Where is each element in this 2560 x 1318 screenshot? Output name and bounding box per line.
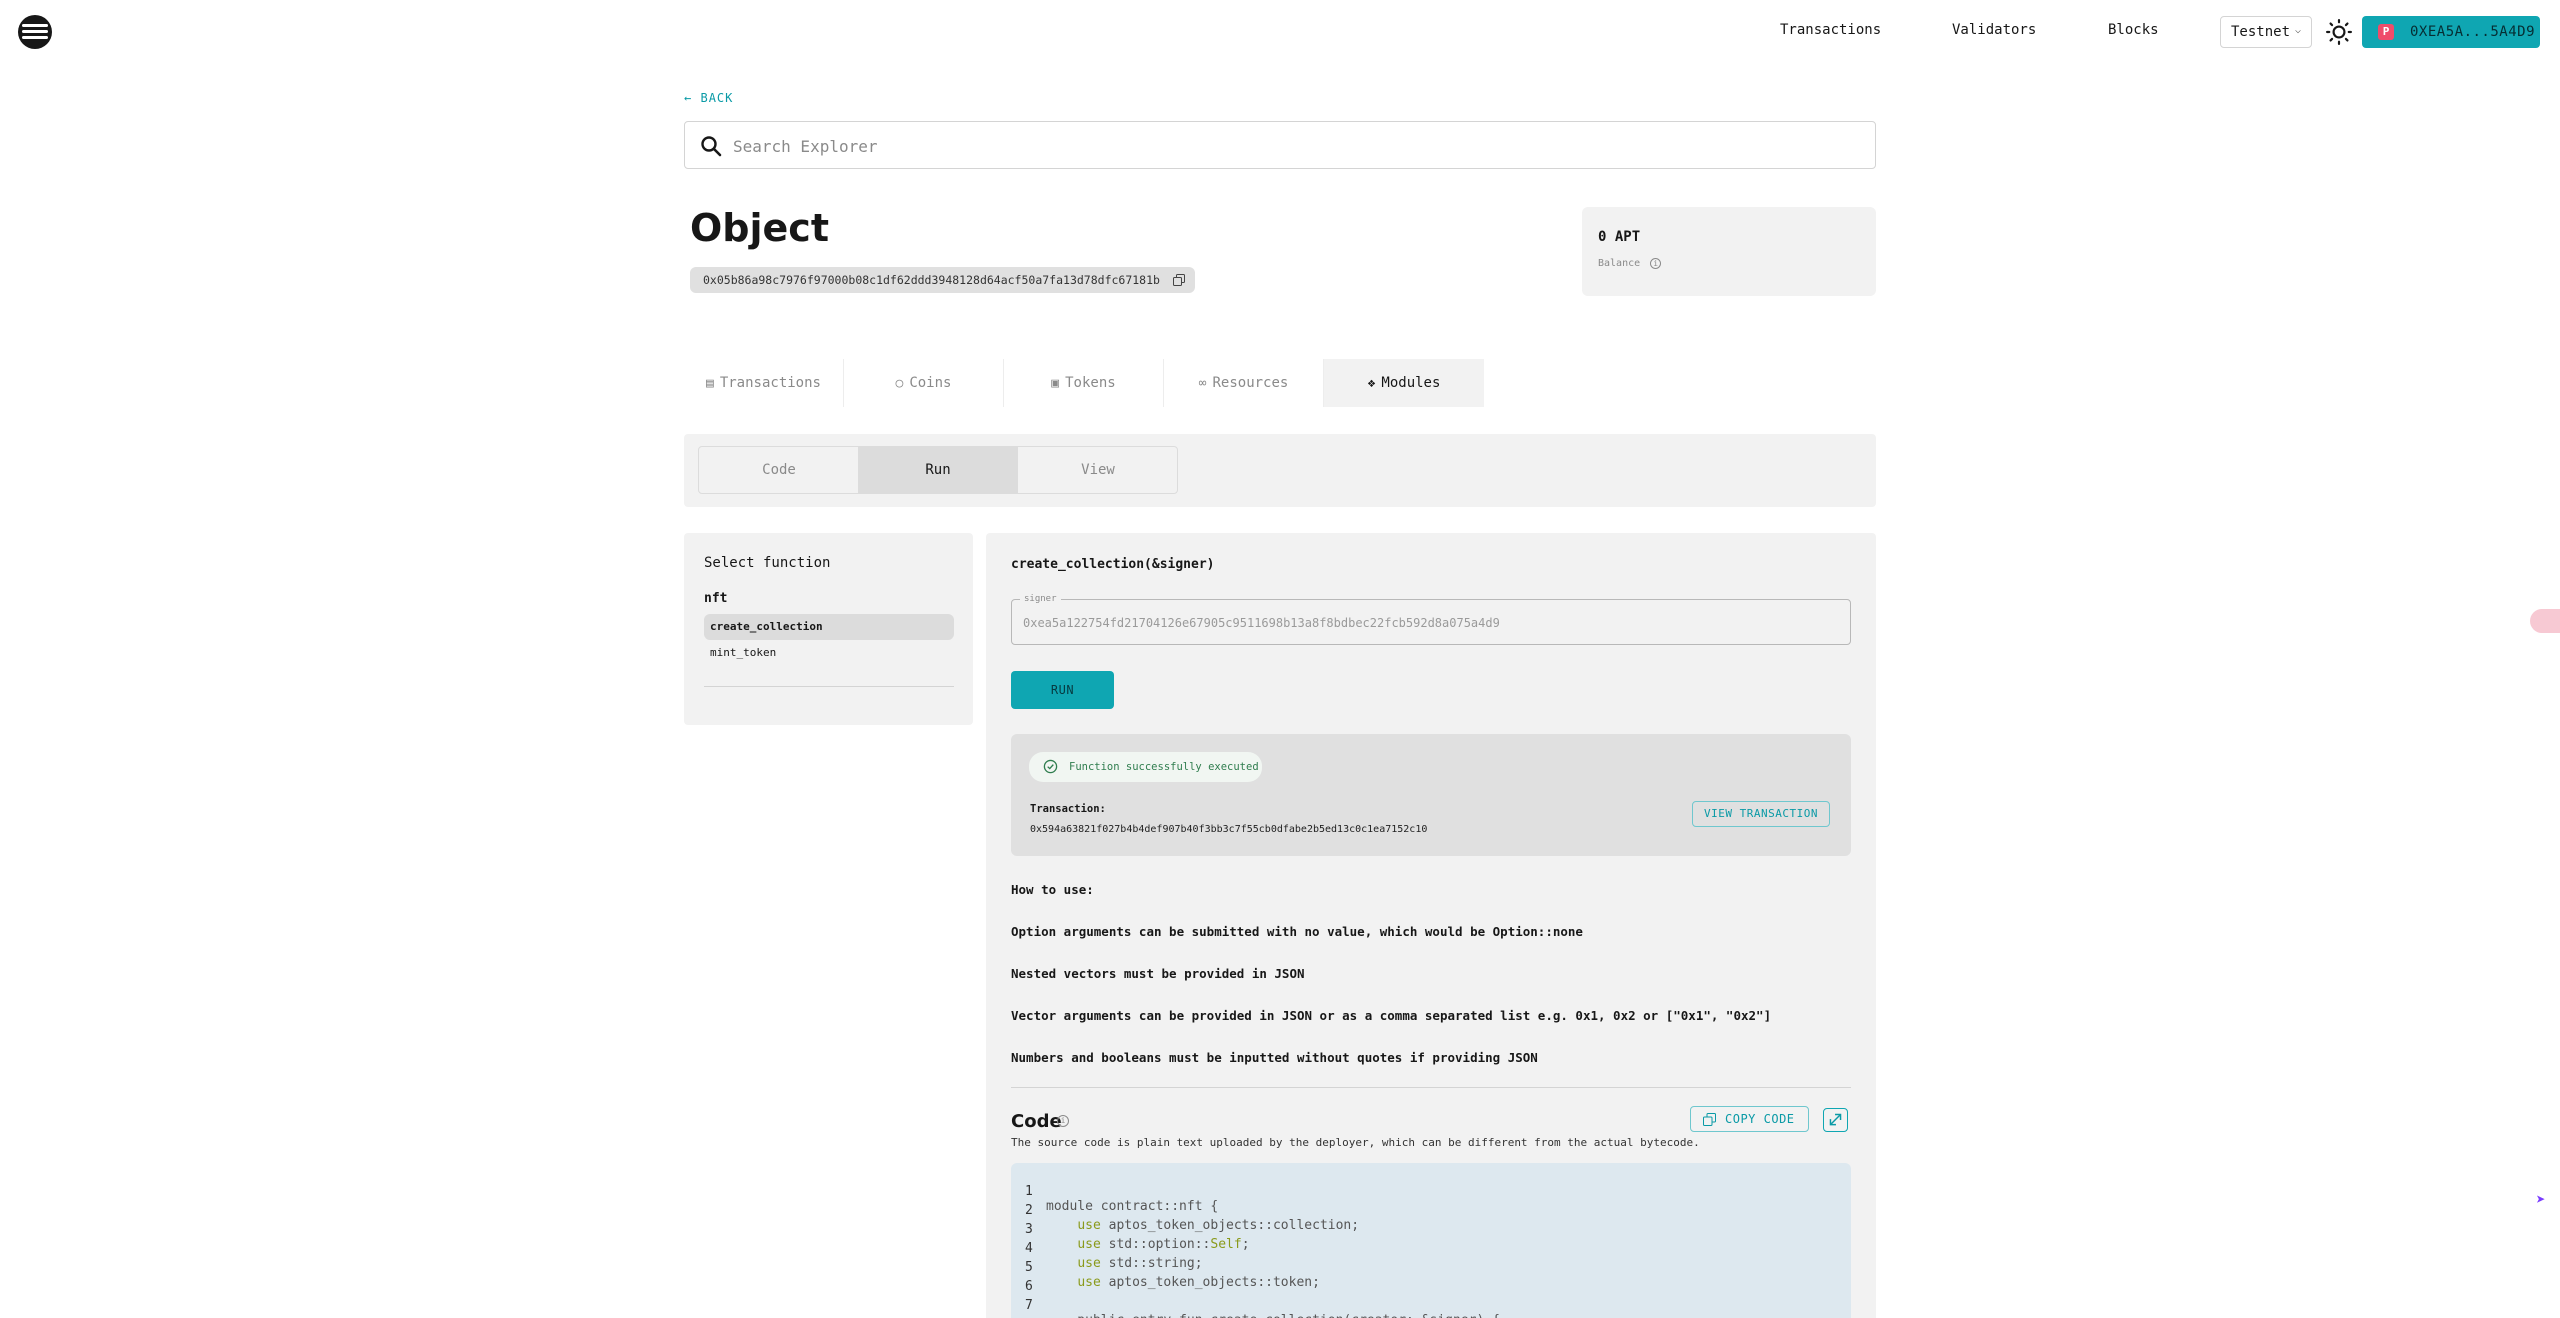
network-select-value: Testnet (2231, 24, 2291, 40)
select-function-heading: Select function (704, 555, 831, 571)
how-to-line: Option arguments can be submitted with n… (1011, 924, 1583, 939)
copy-code-button[interactable]: COPY CODE (1690, 1106, 1809, 1132)
wallet-address: 0XEA5A...5A4D9 (2410, 24, 2536, 40)
tab-label: Resources (1212, 375, 1289, 391)
copy-code-label: COPY CODE (1725, 1112, 1795, 1126)
how-to-line: Nested vectors must be provided in JSON (1011, 966, 1305, 981)
transaction-label: Transaction: (1030, 803, 1106, 815)
balance-card: 0 APT Balance i (1582, 207, 1876, 296)
function-item-mint-token[interactable]: mint_token (704, 640, 954, 666)
code-line: 8 let max_supply = 1000; (1011, 1302, 1058, 1318)
source-code-block: 1 module contract::nft { 2 use aptos_tok… (1011, 1163, 1851, 1318)
tab-label: Modules (1381, 375, 1441, 391)
how-to-line: Numbers and booleans must be inputted wi… (1011, 1050, 1538, 1065)
tab-coins[interactable]: ○ Coins (844, 359, 1004, 407)
code-text: module contract::nft { (1046, 1199, 1219, 1214)
code-line: 1 module contract::nft { (1011, 1169, 1218, 1214)
sidebar-divider (704, 686, 954, 687)
tab-label: Transactions (719, 375, 821, 391)
balance-label-row: Balance i (1598, 258, 1662, 269)
transaction-hash: 0x594a63821f027b4b4def907b40f3bb3c7f55cb… (1030, 824, 1428, 835)
nav-transactions-link[interactable]: Transactions (1780, 22, 1881, 38)
subtab-view[interactable]: View (1018, 447, 1178, 493)
nav-blocks-link[interactable]: Blocks (2108, 22, 2159, 38)
network-select[interactable]: Testnet ⌵ (2220, 16, 2312, 48)
module-subtabs: Code Run View (698, 446, 1178, 494)
search-bar (684, 121, 1876, 169)
info-icon[interactable]: i (1057, 1115, 1069, 1127)
function-signature: create_collection(&signer) (1011, 557, 1215, 572)
code-line: 5 use aptos_token_objects::token; (1011, 1245, 1320, 1290)
info-icon[interactable]: i (1650, 258, 1662, 269)
function-sidebar: Select function nft create_collection mi… (684, 533, 973, 725)
code-line: 3 use std::option::Self; (1011, 1207, 1250, 1252)
nav-validators-link[interactable]: Validators (1952, 22, 2036, 38)
run-button[interactable]: RUN (1011, 671, 1114, 709)
coin-icon: ○ (895, 376, 904, 391)
arrow-left-icon: ← (684, 91, 693, 105)
module-subtabs-panel: Code Run View (684, 434, 1876, 507)
signer-field-label: signer (1020, 594, 1061, 604)
tab-transactions[interactable]: ▤ Transactions (684, 359, 844, 407)
code-line: 6 (1011, 1264, 1058, 1294)
check-circle-icon (1043, 759, 1058, 774)
code-text: use aptos_token_objects::collection; (1077, 1218, 1360, 1233)
code-line: 4 use std::string; (1011, 1226, 1203, 1271)
subtab-code[interactable]: Code (699, 447, 859, 493)
puzzle-icon: ❖ (1367, 376, 1376, 391)
success-badge: Function successfully executed (1029, 752, 1262, 782)
back-link[interactable]: ← BACK (684, 91, 733, 105)
module-name: nft (704, 591, 728, 606)
signer-field-value: 0xea5a122754fd21704126e67905c9511698b13a… (1023, 616, 1500, 630)
tab-label: Tokens (1065, 375, 1116, 391)
link-icon: ∞ (1198, 376, 1207, 391)
copy-icon (1703, 1113, 1716, 1126)
back-label: BACK (700, 91, 734, 105)
expand-icon[interactable] (1823, 1108, 1848, 1132)
image-icon: ▣ (1051, 376, 1060, 391)
search-icon (701, 136, 722, 157)
tab-modules[interactable]: ❖ Modules (1324, 359, 1484, 407)
send-arrow-icon[interactable]: ➤ (2536, 1190, 2554, 1209)
success-message: Function successfully executed (1069, 761, 1259, 773)
balance-amount: 0 APT (1598, 229, 1641, 245)
code-line: 7 public entry fun create_collection(cre… (1011, 1283, 1500, 1318)
subtab-run[interactable]: Run (858, 447, 1018, 493)
chevron-down-icon: ⌵ (2294, 25, 2301, 36)
run-function-panel: create_collection(&signer) signer 0xea5a… (986, 533, 1876, 1318)
code-text: use std::string; (1077, 1256, 1203, 1271)
wallet-button[interactable]: P 0XEA5A...5A4D9 (2362, 16, 2540, 48)
code-text: use aptos_token_objects::token; (1077, 1275, 1320, 1290)
translate-widget-icon[interactable] (2530, 609, 2560, 633)
copy-icon[interactable] (1173, 274, 1185, 286)
object-address-chip[interactable]: 0x05b86a98c7976f97000b08c1df62ddd3948128… (690, 267, 1195, 293)
tab-tokens[interactable]: ▣ Tokens (1004, 359, 1164, 407)
signer-field[interactable]: signer 0xea5a122754fd21704126e67905c9511… (1011, 594, 1851, 645)
code-text: public entry fun create_collection(creat… (1046, 1313, 1500, 1318)
top-nav-bar: Transactions Validators Blocks Testnet ⌵… (0, 0, 2560, 64)
page-title: Object (690, 206, 829, 250)
code-text: use std::option::Self; (1077, 1237, 1250, 1252)
function-item-create-collection[interactable]: create_collection (704, 614, 954, 640)
petra-wallet-icon: P (2378, 24, 2394, 40)
code-line: 2 use aptos_token_objects::collection; (1011, 1188, 1359, 1233)
view-transaction-button[interactable]: VIEW TRANSACTION (1692, 801, 1830, 827)
code-section-title: Code (1011, 1111, 1062, 1132)
section-divider (1011, 1087, 1851, 1088)
sun-icon[interactable] (2326, 19, 2352, 45)
list-icon: ▤ (706, 376, 714, 391)
search-input[interactable] (733, 134, 1833, 158)
tab-resources[interactable]: ∞ Resources (1164, 359, 1324, 407)
balance-label: Balance (1598, 258, 1641, 269)
code-description: The source code is plain text uploaded b… (1011, 1136, 1700, 1149)
how-to-title: How to use: (1011, 882, 1094, 897)
how-to-line: Vector arguments can be provided in JSON… (1011, 1008, 1772, 1023)
tab-label: Coins (909, 375, 952, 391)
execution-result: Function successfully executed Transacti… (1011, 734, 1851, 856)
aptos-logo-icon[interactable] (18, 15, 52, 49)
object-address: 0x05b86a98c7976f97000b08c1df62ddd3948128… (703, 273, 1160, 287)
